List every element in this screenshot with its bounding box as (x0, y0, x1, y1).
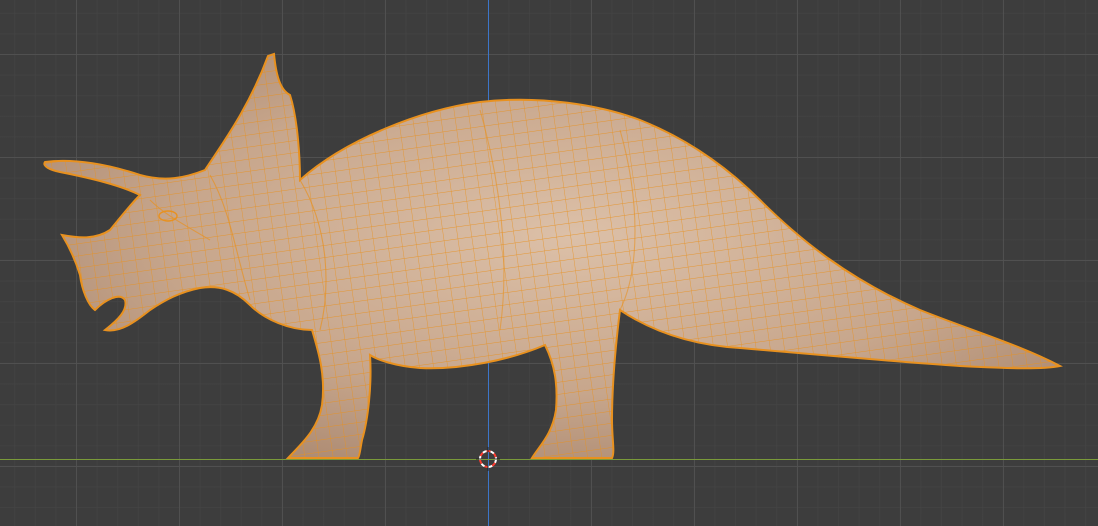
3d-viewport[interactable] (0, 0, 1098, 526)
3d-cursor-icon[interactable] (0, 0, 1098, 526)
